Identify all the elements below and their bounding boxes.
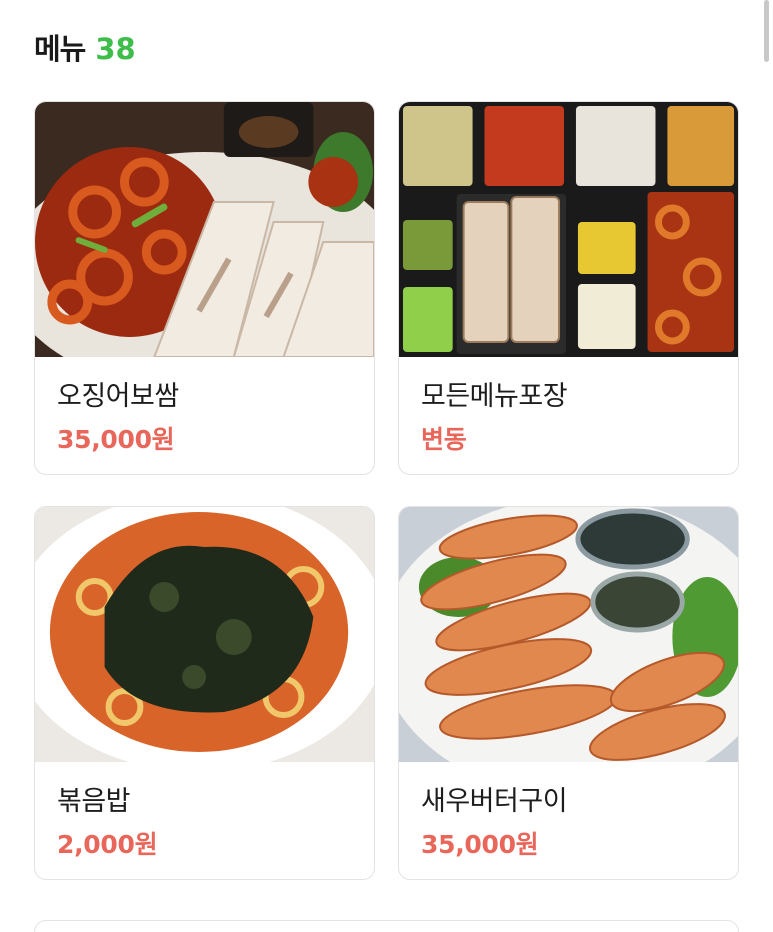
menu-card[interactable]: 오징어보쌈 35,000원 (34, 101, 375, 475)
menu-item-price: 2,000원 (57, 830, 158, 859)
menu-card[interactable]: 모든메뉴포장 변동 (398, 101, 739, 475)
menu-item-name: 오징어보쌈 (57, 381, 179, 412)
menu-item-price: 35,000원 (421, 830, 539, 859)
menu-card[interactable]: 새우버터구이 35,000원 (398, 506, 739, 880)
menu-item-price: 변동 (421, 425, 467, 454)
menu-card[interactable]: 볶음밥 2,000원 (34, 506, 375, 880)
menu-item-name: 볶음밥 (57, 786, 131, 817)
menu-card-partial[interactable] (34, 920, 739, 932)
menu-header: 메뉴 38 (34, 26, 136, 66)
squid-bossam-photo (35, 102, 374, 357)
menu-count: 38 (95, 32, 136, 66)
menu-item-name: 새우버터구이 (421, 786, 568, 817)
menu-title: 메뉴 (34, 32, 86, 66)
takeout-box-photo (399, 102, 738, 357)
fried-rice-photo (35, 507, 374, 762)
scrollbar[interactable] (764, 0, 769, 62)
butter-shrimp-photo (399, 507, 738, 762)
menu-item-name: 모든메뉴포장 (421, 381, 568, 412)
menu-item-price: 35,000원 (57, 425, 175, 454)
